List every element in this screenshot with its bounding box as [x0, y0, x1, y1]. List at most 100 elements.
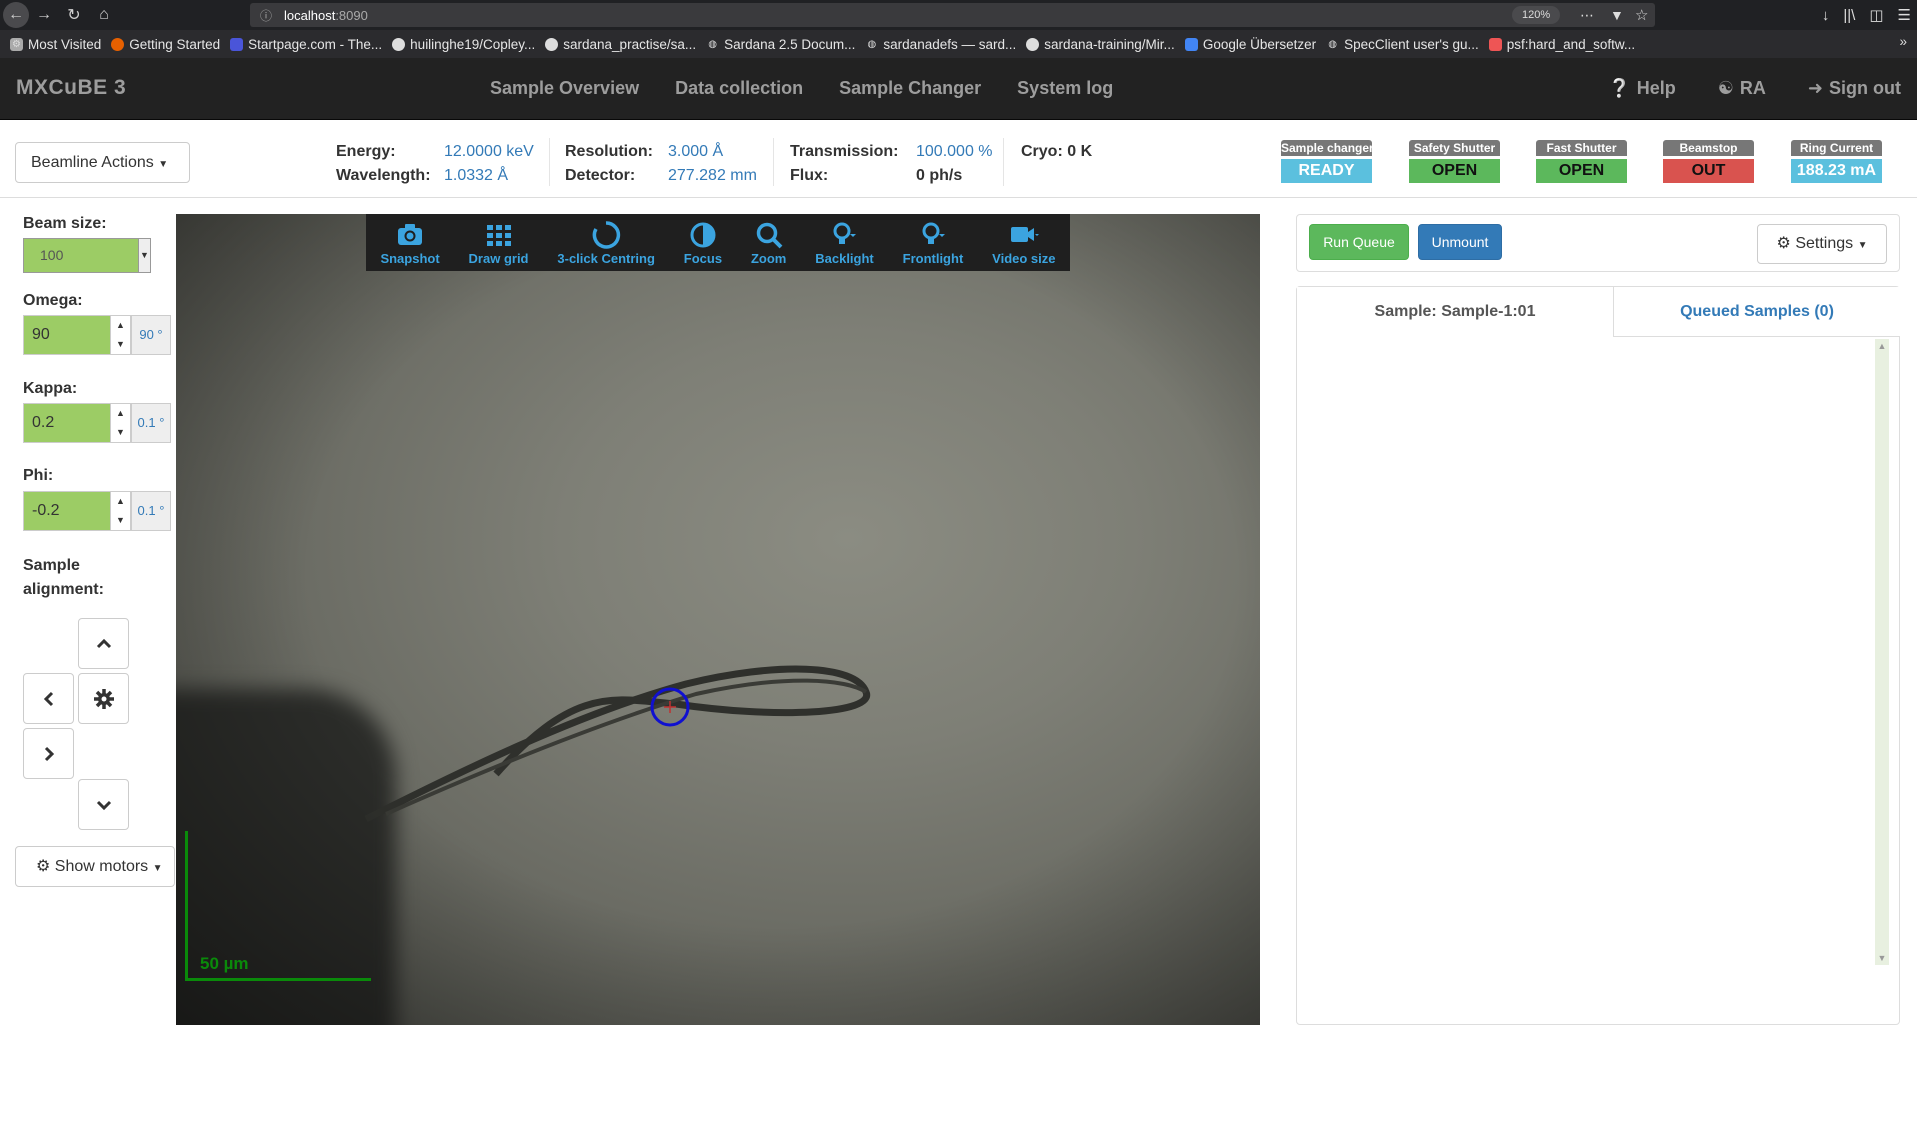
zoom-indicator[interactable]: 120% [1512, 6, 1561, 24]
omega-step-input[interactable]: 90 ° [131, 315, 171, 355]
chevron-double-right-icon[interactable]: » [1899, 34, 1907, 49]
arrow-down-icon[interactable]: ▼ [111, 511, 130, 530]
sample-video-view[interactable]: Snapshot Draw grid 3-click Centring Focu… [176, 214, 1260, 1025]
brand-title[interactable]: MXCuBE 3 [16, 76, 126, 100]
github-icon [1026, 37, 1040, 51]
snapshot-button[interactable]: Snapshot [380, 220, 440, 266]
arrow-up-icon[interactable]: ▲ [111, 492, 130, 511]
omega-input[interactable]: 90 [23, 315, 111, 355]
back-button[interactable]: ← [3, 2, 29, 28]
safety-shutter-status[interactable]: Safety Shutter OPEN [1409, 140, 1500, 183]
help-link[interactable]: ❔ Help [1608, 78, 1675, 99]
nav-sample-changer[interactable]: Sample Changer [839, 78, 981, 99]
resolution-value[interactable]: 3.000 Å [668, 140, 723, 164]
globe-icon: ◍ [1328, 38, 1337, 50]
beamstop-status[interactable]: Beamstop OUT [1663, 140, 1754, 183]
pocket-icon[interactable]: ▼ [1610, 7, 1624, 23]
caret-down-icon: ▼ [1857, 240, 1868, 251]
frontlight-button[interactable]: Frontlight [903, 220, 963, 266]
align-down-button[interactable] [78, 779, 129, 830]
bookmark-item[interactable]: ⚙ Most Visited [10, 37, 101, 52]
draw-grid-button[interactable]: Draw grid [469, 220, 529, 266]
align-right-button[interactable] [23, 728, 74, 779]
info-icon[interactable]: ⓘ [254, 7, 278, 24]
cryo-value: 0 K [1067, 143, 1093, 160]
queue-controls: Run Queue Unmount ⚙ Settings ▼ [1296, 214, 1900, 272]
address-bar[interactable]: ⓘ localhost:8090 120% ⋯ ▼ ☆ [250, 3, 1655, 27]
wavelength-value[interactable]: 1.0332 Å [444, 164, 508, 188]
user-link[interactable]: ☯ RA [1718, 78, 1766, 99]
energy-value[interactable]: 12.0000 keV [444, 140, 534, 164]
three-click-centring-button[interactable]: 3-click Centring [557, 220, 655, 266]
reload-button[interactable]: ↻ [59, 0, 89, 30]
energy-label: Energy: [336, 143, 396, 160]
bookmark-star-icon[interactable]: ☆ [1635, 6, 1648, 24]
chevron-up-icon [96, 638, 111, 648]
bookmark-item[interactable]: ◍ sardanadefs — sard... [865, 37, 1017, 52]
download-icon[interactable]: ↓ [1822, 7, 1830, 24]
transmission-value[interactable]: 100.000 % [916, 140, 993, 164]
bookmark-item[interactable]: ◍ SpecClient user's gu... [1326, 37, 1479, 52]
beam-size-select[interactable]: 100 ▼ [23, 238, 151, 273]
page-actions-icon[interactable]: ⋯ [1580, 7, 1594, 24]
arrow-down-icon[interactable]: ▼ [111, 423, 130, 442]
cryo-group: Cryo: 0 K [1021, 140, 1092, 164]
unmount-button[interactable]: Unmount [1418, 224, 1502, 260]
video-toolbar: Snapshot Draw grid 3-click Centring Focu… [366, 214, 1070, 271]
scrollbar[interactable]: ▲ ▼ [1875, 339, 1889, 965]
tab-queued-samples[interactable]: Queued Samples (0) [1614, 287, 1900, 337]
kappa-stepper[interactable]: ▲ ▼ [111, 403, 131, 443]
scroll-up-icon[interactable]: ▲ [1875, 339, 1889, 353]
arrow-down-icon[interactable]: ▼ [111, 335, 130, 354]
library-icon[interactable]: ||\ [1843, 7, 1855, 24]
bookmark-item[interactable]: ◍ Sardana 2.5 Docum... [706, 37, 855, 52]
menu-icon[interactable]: ☰ [1898, 6, 1911, 24]
globe-icon: ◍ [867, 38, 877, 50]
signout-link[interactable]: ➜ Sign out [1808, 78, 1901, 99]
video-size-button[interactable]: Video size [992, 220, 1056, 266]
caret-down-icon: ▼ [158, 159, 169, 170]
phi-stepper[interactable]: ▲ ▼ [111, 491, 131, 531]
arrow-up-icon[interactable]: ▲ [111, 404, 130, 423]
zoom-button[interactable]: Zoom [751, 220, 786, 266]
forward-button[interactable]: → [29, 0, 59, 30]
align-up-button[interactable] [78, 618, 129, 669]
align-left-button[interactable] [23, 673, 74, 724]
url-text[interactable]: localhost:8090 [284, 8, 368, 23]
home-button[interactable]: ⌂ [89, 0, 119, 30]
bookmark-item[interactable]: sardana_practise/sa... [545, 37, 696, 52]
beam-position-marker[interactable] [649, 686, 691, 728]
phi-input[interactable]: -0.2 [23, 491, 111, 531]
detector-value[interactable]: 277.282 mm [668, 164, 757, 188]
arrow-up-icon[interactable]: ▲ [111, 316, 130, 335]
bookmarks-bar: ⚙ Most Visited Getting Started Startpage.co… [0, 30, 1917, 58]
bookmark-item[interactable]: Google Übersetzer [1184, 37, 1316, 52]
scroll-down-icon[interactable]: ▼ [1875, 951, 1889, 965]
sidebar-icon[interactable]: ◫ [1869, 6, 1883, 24]
tab-current-sample[interactable]: Sample: Sample-1:01 [1297, 287, 1614, 337]
phi-step-input[interactable]: 0.1 ° [131, 491, 171, 531]
bookmark-item[interactable]: psf:hard_and_softw... [1488, 37, 1635, 52]
question-circle-icon: ❔ [1608, 78, 1631, 98]
transmission-label: Transmission: [790, 143, 899, 160]
kappa-step-input[interactable]: 0.1 ° [131, 403, 171, 443]
backlight-button[interactable]: Backlight [815, 220, 874, 266]
bookmark-item[interactable]: Startpage.com - The... [230, 37, 382, 52]
bookmark-item[interactable]: sardana-training/Mir... [1026, 37, 1175, 52]
run-queue-button[interactable]: Run Queue [1309, 224, 1409, 260]
show-motors-dropdown[interactable]: ⚙ Show motors ▼ [15, 846, 175, 887]
fast-shutter-status[interactable]: Fast Shutter OPEN [1536, 140, 1627, 183]
nav-data-collection[interactable]: Data collection [675, 78, 803, 99]
beamline-actions-dropdown[interactable]: Beamline Actions ▼ [15, 142, 190, 183]
focus-button[interactable]: Focus [684, 220, 722, 266]
kappa-input[interactable]: 0.2 [23, 403, 111, 443]
align-center-button[interactable] [78, 673, 129, 724]
nav-system-log[interactable]: System log [1017, 78, 1113, 99]
settings-dropdown[interactable]: ⚙ Settings ▼ [1757, 224, 1887, 264]
omega-stepper[interactable]: ▲ ▼ [111, 315, 131, 355]
bookmark-item[interactable]: Getting Started [111, 37, 220, 52]
flux-value: 0 ph/s [916, 167, 963, 184]
nav-sample-overview[interactable]: Sample Overview [490, 78, 639, 99]
gear-icon: ⚙ [1776, 235, 1791, 252]
bookmark-item[interactable]: huilinghe19/Copley... [392, 37, 535, 52]
